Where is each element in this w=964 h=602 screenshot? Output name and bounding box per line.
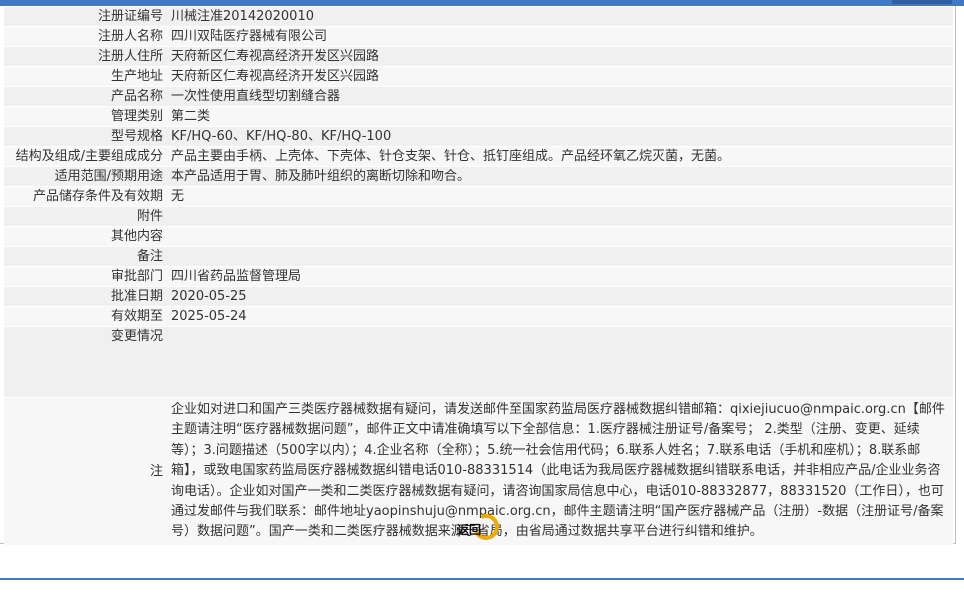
row-value: 第二类 — [167, 107, 953, 126]
detail-panel: 注册证编号 川械注准20142020010 注册人名称 四川双陆医疗器械有限公司 注… — [0, 6, 956, 546]
row-label: 注册人名称 — [4, 27, 167, 46]
row-value: 2020-05-25 — [167, 287, 953, 306]
table-row: 注册人住所 天府新区仁寿视高经济开发区兴园路 — [4, 47, 953, 66]
change-history-row: 变更情况 — [4, 327, 953, 397]
table-row: 产品名称 一次性使用直线型切割缝合器 — [4, 87, 953, 106]
row-value: KF/HQ-60、KF/HQ-80、KF/HQ-100 — [167, 127, 953, 146]
table-row: 管理类别 第二类 — [4, 107, 953, 126]
row-value: 2025-05-24 — [167, 307, 953, 326]
row-value — [167, 247, 953, 266]
row-value: 一次性使用直线型切割缝合器 — [167, 87, 953, 106]
row-label: 型号规格 — [4, 127, 167, 146]
row-label: 批准日期 — [4, 287, 167, 306]
row-value: 天府新区仁寿视高经济开发区兴园路 — [167, 67, 953, 86]
table-row: 型号规格 KF/HQ-60、KF/HQ-80、KF/HQ-100 — [4, 127, 953, 146]
row-value: 川械注准20142020010 — [167, 7, 953, 26]
row-label: 附件 — [4, 207, 167, 226]
change-history-value — [167, 327, 953, 397]
table-row: 适用范围/预期用途 本产品适用于胃、肺及肺叶组织的离断切除和吻合。 — [4, 167, 953, 186]
row-label: 审批部门 — [4, 267, 167, 286]
table-row: 审批部门 四川省药品监督管理局 — [4, 267, 953, 286]
detail-rows: 注册证编号 川械注准20142020010 注册人名称 四川双陆医疗器械有限公司 注… — [4, 7, 953, 545]
row-label: 其他内容 — [4, 227, 167, 246]
row-label: 产品储存条件及有效期 — [4, 187, 167, 206]
row-value: 产品主要由手柄、上壳体、下壳体、针仓支架、针仓、抵钉座组成。产品经环氧乙烷灭菌，… — [167, 147, 953, 166]
footer-divider — [0, 578, 964, 580]
row-value: 四川双陆医疗器械有限公司 — [167, 27, 953, 46]
row-label: 注册证编号 — [4, 7, 167, 26]
change-history-label: 变更情况 — [4, 327, 167, 397]
table-row: 有效期至 2025-05-24 — [4, 307, 953, 326]
row-label: 管理类别 — [4, 107, 167, 126]
table-row: 其他内容 — [4, 227, 953, 246]
back-button[interactable]: 返回 — [455, 510, 505, 546]
row-value — [167, 227, 953, 246]
row-label: 结构及组成/主要组成成分 — [4, 147, 167, 166]
top-bar-tab[interactable] — [892, 0, 952, 4]
row-label: 注册人住所 — [4, 47, 167, 66]
row-value: 本产品适用于胃、肺及肺叶组织的离断切除和吻合。 — [167, 167, 953, 186]
table-row: 附件 — [4, 207, 953, 226]
row-value — [167, 207, 953, 226]
detail-table: 注册证编号 川械注准20142020010 注册人名称 四川双陆医疗器械有限公司 注… — [4, 6, 953, 546]
row-label: 适用范围/预期用途 — [4, 167, 167, 186]
row-value: 四川省药品监督管理局 — [167, 267, 953, 286]
note-text: 企业如对进口和国产三类医疗器械数据有疑问，请发送邮件至国家药监局医疗器械数据纠错… — [171, 402, 945, 540]
note-cell: 企业如对进口和国产三类医疗器械数据有疑问，请发送邮件至国家药监局医疗器械数据纠错… — [167, 398, 953, 545]
table-row: 产品储存条件及有效期无 — [4, 187, 953, 206]
row-label: 生产地址 — [4, 67, 167, 86]
note-label: 注 — [4, 398, 167, 545]
row-value: 无 — [167, 187, 953, 206]
table-row: 结构及组成/主要组成成分 产品主要由手柄、上壳体、下壳体、针仓支架、针仓、抵钉座组… — [4, 147, 953, 166]
row-label: 产品名称 — [4, 87, 167, 106]
row-label: 有效期至 — [4, 307, 167, 326]
row-label: 备注 — [4, 247, 167, 266]
row-value: 天府新区仁寿视高经济开发区兴园路 — [167, 47, 953, 66]
back-button-label: 返回 — [457, 523, 482, 537]
table-row: 注册证编号 川械注准20142020010 — [4, 7, 953, 26]
table-row: 备注 — [4, 247, 953, 266]
table-row: 生产地址 天府新区仁寿视高经济开发区兴园路 — [4, 67, 953, 86]
table-row: 注册人名称 四川双陆医疗器械有限公司 — [4, 27, 953, 46]
table-row: 批准日期 2020-05-25 — [4, 287, 953, 306]
